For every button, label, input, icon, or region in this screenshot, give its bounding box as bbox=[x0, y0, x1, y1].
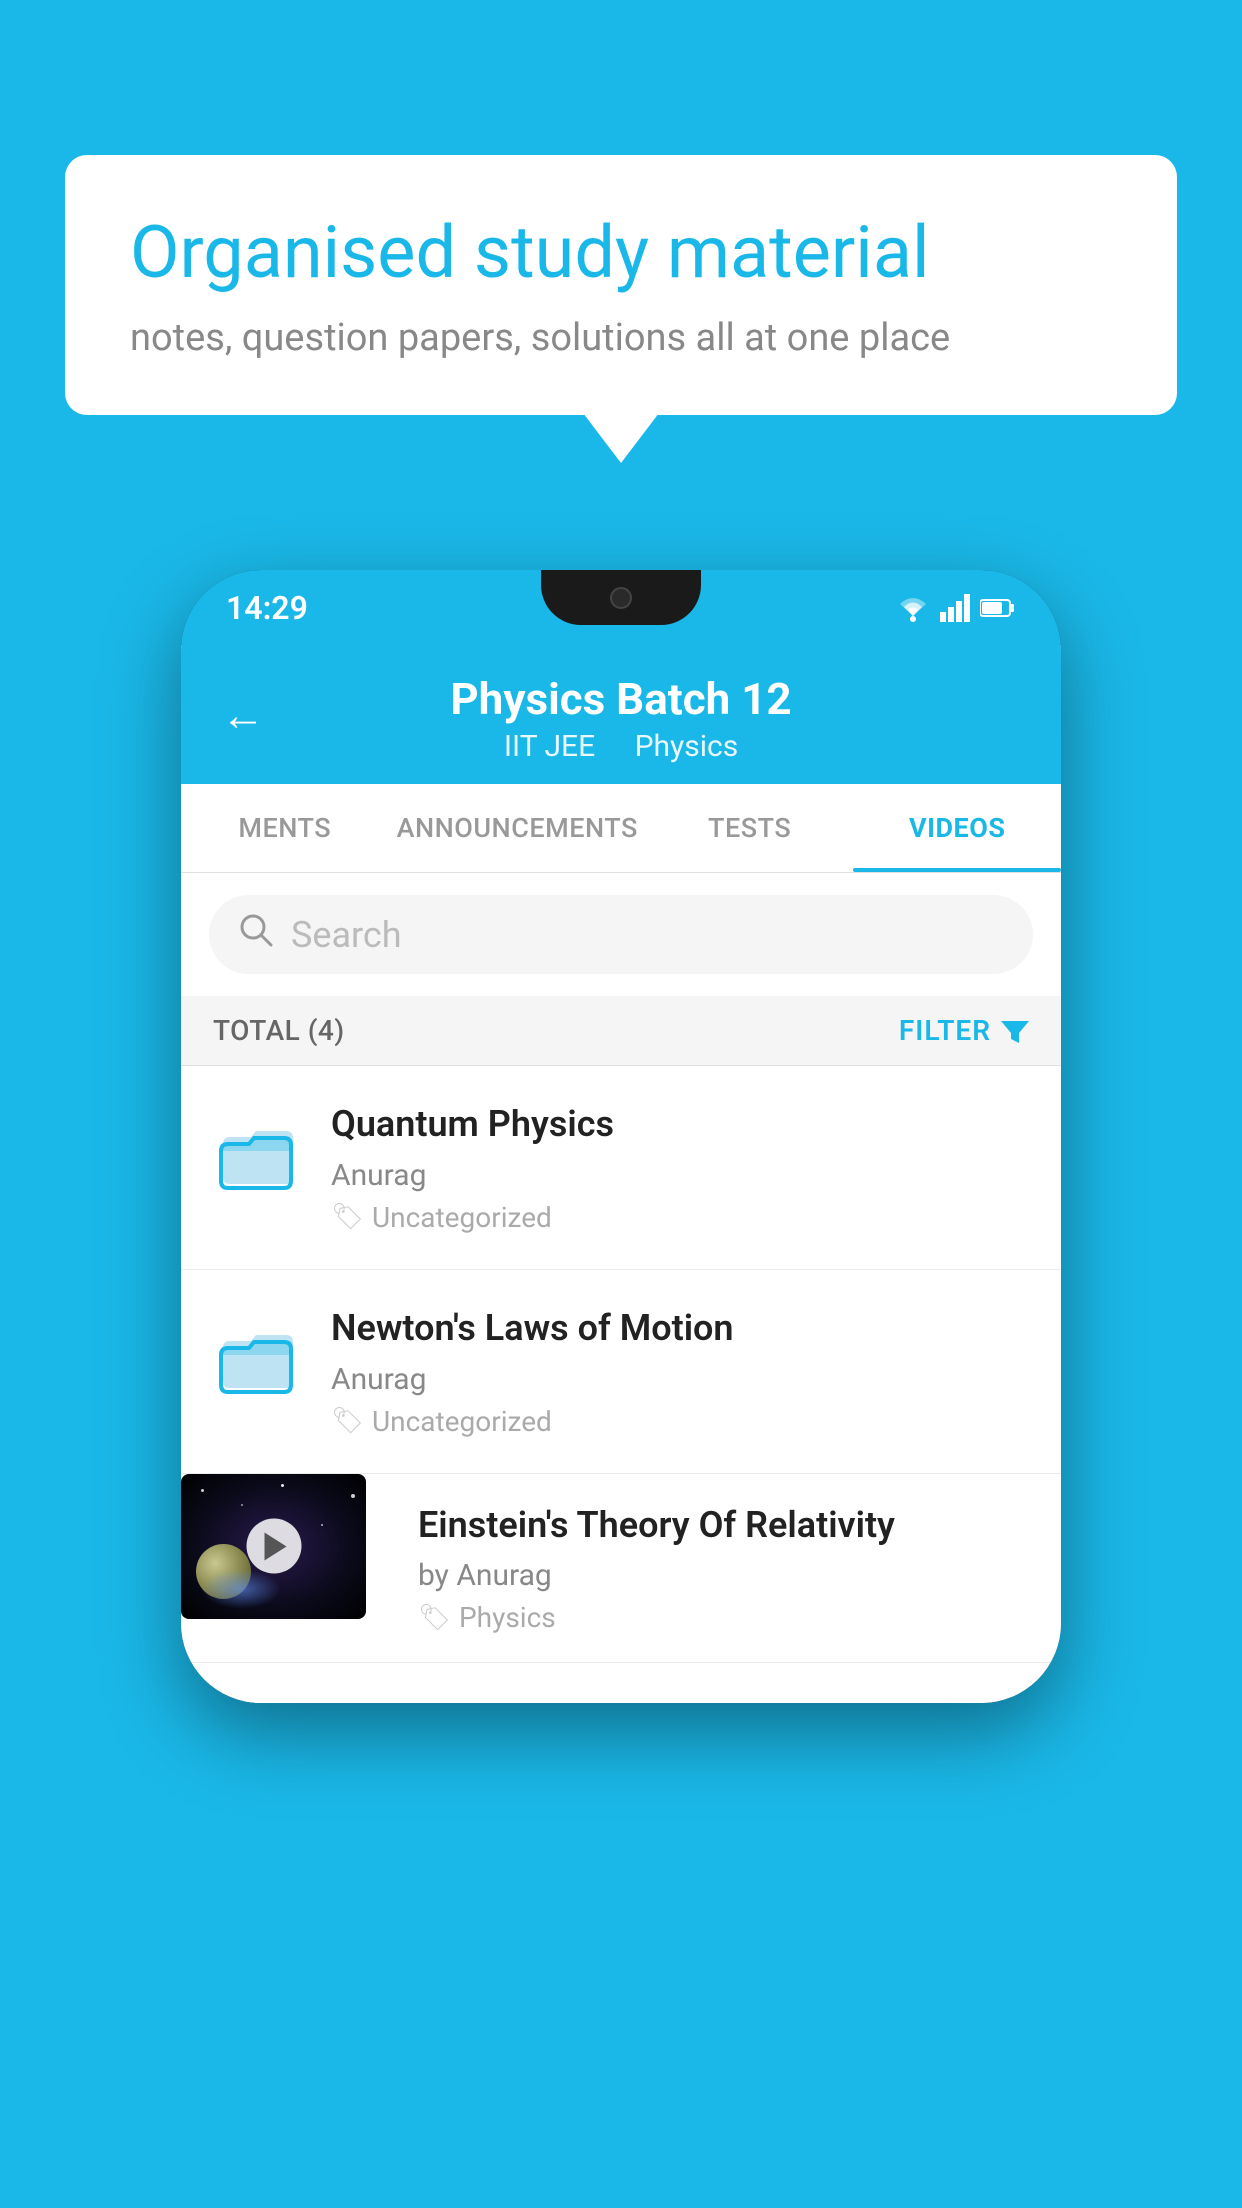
battery-icon bbox=[980, 597, 1016, 619]
tag-icon: 🏷 bbox=[418, 1603, 451, 1633]
video-title: Einstein's Theory Of Relativity bbox=[418, 1502, 1037, 1549]
subtitle-physics: Physics bbox=[635, 729, 739, 764]
video-title: Quantum Physics bbox=[331, 1101, 1029, 1148]
search-bar[interactable]: Search bbox=[209, 895, 1033, 974]
play-button[interactable] bbox=[246, 1519, 301, 1574]
tab-announcements[interactable]: ANNOUNCEMENTS bbox=[389, 784, 646, 872]
video-tag: 🏷 Uncategorized bbox=[331, 1201, 1029, 1234]
tag-label: Physics bbox=[459, 1601, 556, 1634]
filter-bar: TOTAL (4) FILTER bbox=[181, 996, 1061, 1066]
folder-icon bbox=[213, 1109, 303, 1199]
folder-icon bbox=[213, 1313, 303, 1403]
list-item[interactable]: Newton's Laws of Motion Anurag 🏷 Uncateg… bbox=[181, 1270, 1061, 1474]
subtitle-iitjee: IIT JEE bbox=[504, 729, 595, 764]
video-author: Anurag bbox=[331, 1362, 1029, 1397]
search-placeholder: Search bbox=[291, 914, 402, 956]
speech-bubble-container: Organised study material notes, question… bbox=[65, 155, 1177, 415]
tabs-bar: MENTS ANNOUNCEMENTS TESTS VIDEOS bbox=[181, 784, 1061, 873]
video-tag: 🏷 Physics bbox=[418, 1601, 1037, 1634]
filter-label: FILTER bbox=[899, 1014, 991, 1047]
video-author: by Anurag bbox=[418, 1558, 1037, 1593]
phone-container: 14:29 bbox=[181, 570, 1061, 1703]
header-title: Physics Batch 12 bbox=[221, 673, 1021, 725]
tab-videos[interactable]: VIDEOS bbox=[853, 784, 1061, 872]
bubble-title: Organised study material bbox=[130, 210, 1112, 296]
tag-icon: 🏷 bbox=[331, 1202, 364, 1232]
filter-icon bbox=[1001, 1017, 1029, 1045]
wifi-icon bbox=[896, 594, 930, 622]
status-time: 14:29 bbox=[226, 589, 308, 627]
search-bar-container: Search bbox=[181, 873, 1061, 996]
list-item[interactable]: Quantum Physics Anurag 🏷 Uncategorized bbox=[181, 1066, 1061, 1270]
phone-screen: ← Physics Batch 12 IIT JEE Physics MENTS… bbox=[181, 645, 1061, 1703]
list-item[interactable]: Einstein's Theory Of Relativity by Anura… bbox=[181, 1474, 1061, 1664]
play-triangle-icon bbox=[265, 1532, 287, 1560]
video-thumbnail bbox=[181, 1474, 366, 1619]
total-count: TOTAL (4) bbox=[213, 1014, 345, 1047]
speech-bubble: Organised study material notes, question… bbox=[65, 155, 1177, 415]
video-info: Quantum Physics Anurag 🏷 Uncategorized bbox=[331, 1101, 1029, 1234]
tag-label: Uncategorized bbox=[372, 1201, 552, 1234]
video-author: Anurag bbox=[331, 1158, 1029, 1193]
camera bbox=[610, 587, 632, 609]
app-header: ← Physics Batch 12 IIT JEE Physics bbox=[181, 645, 1061, 784]
tag-label: Uncategorized bbox=[372, 1405, 552, 1438]
status-icons bbox=[896, 594, 1016, 622]
filter-button[interactable]: FILTER bbox=[899, 1014, 1029, 1047]
tab-tests[interactable]: TESTS bbox=[646, 784, 854, 872]
video-list: Quantum Physics Anurag 🏷 Uncategorized bbox=[181, 1066, 1061, 1663]
bubble-subtitle: notes, question papers, solutions all at… bbox=[130, 316, 1112, 360]
signal-icon bbox=[940, 594, 970, 622]
tag-icon: 🏷 bbox=[331, 1406, 364, 1436]
phone-frame: 14:29 bbox=[181, 570, 1061, 1703]
video-info: Newton's Laws of Motion Anurag 🏷 Uncateg… bbox=[331, 1305, 1029, 1438]
search-icon bbox=[239, 913, 273, 956]
notch bbox=[541, 570, 701, 625]
tab-ments[interactable]: MENTS bbox=[181, 784, 389, 872]
video-info: Einstein's Theory Of Relativity by Anura… bbox=[394, 1474, 1061, 1663]
status-bar: 14:29 bbox=[181, 570, 1061, 645]
back-button[interactable]: ← bbox=[221, 689, 265, 741]
video-title: Newton's Laws of Motion bbox=[331, 1305, 1029, 1352]
header-subtitle: IIT JEE Physics bbox=[221, 729, 1021, 764]
video-tag: 🏷 Uncategorized bbox=[331, 1405, 1029, 1438]
